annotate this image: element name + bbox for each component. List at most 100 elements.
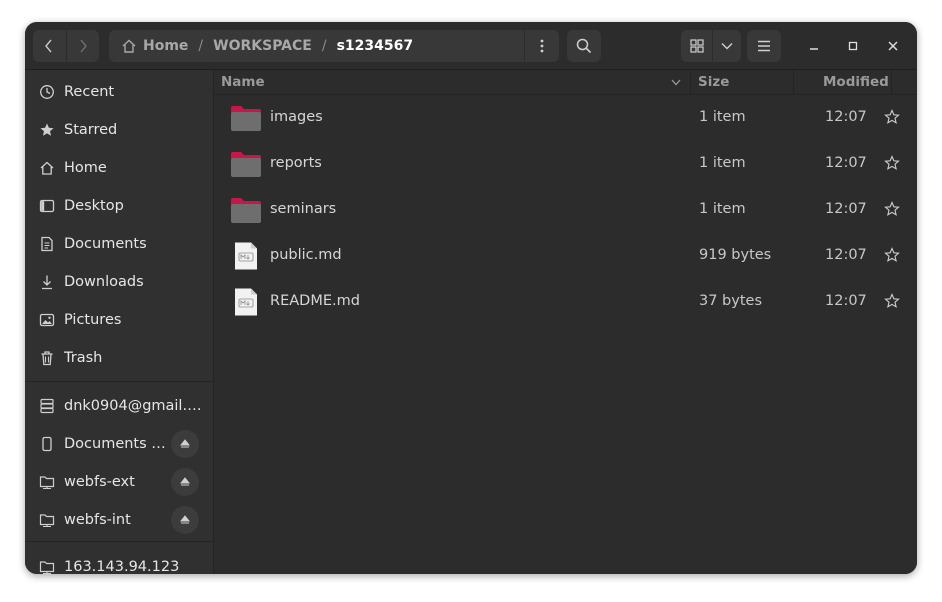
eject-button[interactable] [171,506,199,534]
file-modified: 12:07 [825,155,867,171]
sidebar-item-label: Recent [64,84,115,100]
star-outline-icon[interactable] [884,201,900,217]
file-name: public.md [270,247,342,263]
close-icon [888,41,898,51]
sidebar: Recent Starred Home Desktop Documents Do… [25,70,214,574]
sidebar-item-pictures[interactable]: Pictures [25,301,213,339]
sort-chevron-down-icon[interactable] [671,79,681,86]
sidebar-item-webfs-ext[interactable]: webfs-ext [25,463,213,501]
sidebar-item-label: Documents … [64,436,166,452]
eject-button[interactable] [171,430,199,458]
star-outline-icon[interactable] [884,247,900,263]
maximize-button[interactable] [841,34,865,58]
path-bar: Home / WORKSPACE / s1234567 [109,30,559,62]
file-row-public-md[interactable]: public.md 919 bytes 12:07 [214,233,917,279]
file-list: Name Size Modified images 1 item 12:07 r… [214,70,917,574]
picture-icon [39,313,55,327]
sidebar-item-home[interactable]: Home [25,149,213,187]
document-icon [41,236,53,252]
sidebar-item-online-account[interactable]: dnk0904@gmail.c… [25,387,213,425]
network-folder-icon [39,514,55,528]
sidebar-separator [25,381,213,382]
file-name: README.md [270,293,360,309]
eject-button[interactable] [171,468,199,496]
file-row-reports[interactable]: reports 1 item 12:07 [214,141,917,187]
column-modified-header[interactable]: Modified [823,74,889,90]
header-bar: Home / WORKSPACE / s1234567 [25,22,917,70]
view-toggle-group [681,30,741,62]
eject-icon [180,515,190,524]
sidebar-item-label: Downloads [64,274,144,290]
sidebar-item-label: webfs-ext [64,474,135,490]
file-name: images [270,109,323,125]
file-row-seminars[interactable]: seminars 1 item 12:07 [214,187,917,233]
sidebar-item-label: Desktop [64,198,124,214]
desktop-icon [39,199,55,213]
sidebar-item-label: Trash [64,350,103,366]
sidebar-item-label: Pictures [64,312,122,328]
star-outline-icon[interactable] [884,293,900,309]
network-folder-icon [39,561,55,574]
column-size-header[interactable]: Size [698,74,729,90]
back-button[interactable] [33,30,66,62]
path-segment-home[interactable]: Home [143,38,188,54]
chevron-left-icon [45,39,52,53]
sidebar-separator [25,541,213,542]
file-size: 1 item [699,109,746,125]
clock-icon [40,85,54,99]
sidebar-item-documents[interactable]: Documents [25,225,213,263]
sidebar-item-webfs-int[interactable]: webfs-int [25,501,213,539]
grid-icon [690,39,704,53]
sidebar-item-desktop[interactable]: Desktop [25,187,213,225]
sidebar-item-label: Starred [64,122,118,138]
sidebar-item-recent[interactable]: Recent [25,73,213,111]
star-icon [40,123,54,136]
path-segment-current[interactable]: s1234567 [337,38,414,54]
close-button[interactable] [881,34,905,58]
home-icon [40,161,54,175]
column-name-header[interactable]: Name [221,74,265,90]
grid-view-button[interactable] [681,30,712,62]
file-size: 37 bytes [699,293,763,309]
sidebar-item-label: dnk0904@gmail.c… [64,398,204,414]
folder-icon [231,106,261,131]
file-row-images[interactable]: images 1 item 12:07 [214,95,917,141]
markdown-file-icon [235,242,257,270]
view-options-button[interactable] [712,30,741,62]
kebab-menu-icon [540,39,544,53]
path-segment-workspace[interactable]: WORKSPACE [213,38,312,54]
markdown-file-icon [235,288,257,316]
file-name: seminars [270,201,337,217]
maximize-icon [848,41,858,51]
file-size: 1 item [699,201,746,217]
navigation-buttons [33,30,99,62]
sidebar-item-trash[interactable]: Trash [25,339,213,377]
sidebar-item-network-server[interactable]: 163.143.94.123 [25,548,213,574]
file-modified: 12:07 [825,201,867,217]
minimize-icon [810,48,818,50]
hamburger-menu-icon [758,40,770,52]
sidebar-item-label: Documents [64,236,147,252]
sidebar-item-label: webfs-int [64,512,131,528]
main-menu-button[interactable] [747,30,781,62]
search-button[interactable] [567,30,601,62]
folder-icon [231,198,261,223]
sidebar-item-phone-documents[interactable]: Documents … [25,425,213,463]
star-outline-icon[interactable] [884,155,900,171]
eject-icon [180,439,190,448]
file-name: reports [270,155,322,171]
column-separator [690,70,691,94]
file-modified: 12:07 [825,247,867,263]
home-icon [122,39,136,53]
sidebar-item-starred[interactable]: Starred [25,111,213,149]
path-menu-button[interactable] [524,30,559,62]
file-row-readme-md[interactable]: README.md 37 bytes 12:07 [214,279,917,325]
file-size: 919 bytes [699,247,772,263]
star-outline-icon[interactable] [884,109,900,125]
forward-button[interactable] [65,30,100,62]
minimize-button[interactable] [802,34,826,58]
phone-icon [42,436,52,452]
file-modified: 12:07 [825,293,867,309]
sidebar-item-label: 163.143.94.123 [64,559,180,574]
sidebar-item-downloads[interactable]: Downloads [25,263,213,301]
